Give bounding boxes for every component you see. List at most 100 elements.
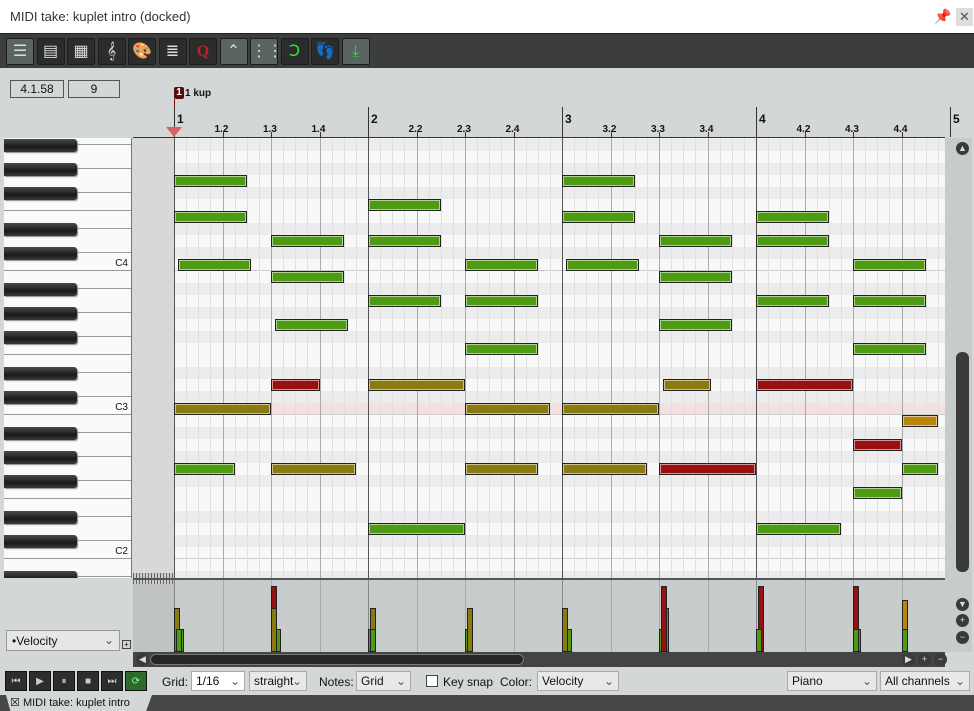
piano-black-key[interactable] (4, 427, 77, 440)
midi-note[interactable] (562, 211, 635, 223)
midi-note[interactable] (271, 463, 356, 475)
midi-note[interactable] (368, 379, 465, 391)
notes-snap-select[interactable]: Grid ⌄ (356, 671, 411, 691)
midi-note[interactable] (659, 463, 756, 475)
piano-black-key[interactable] (4, 451, 77, 464)
piano-black-key[interactable] (4, 187, 77, 200)
midi-note[interactable] (174, 403, 271, 415)
velocity-bar[interactable] (467, 607, 473, 652)
start-marker-icon[interactable] (166, 127, 182, 137)
transport-button-3[interactable]: ■ (77, 671, 99, 691)
midi-note[interactable] (174, 463, 235, 475)
midi-note[interactable] (901, 463, 938, 475)
zoom-out-horizontal-icon[interactable]: − (934, 653, 947, 666)
midi-note[interactable] (174, 175, 247, 187)
midi-note[interactable] (853, 259, 926, 271)
zoom-in-horizontal-icon[interactable]: + (918, 653, 931, 666)
position-field[interactable]: 4.1.58 (10, 80, 64, 98)
channel-select[interactable]: All channels ⌄ (880, 671, 970, 691)
velocity-bar[interactable] (756, 628, 762, 652)
midi-note[interactable] (274, 319, 348, 331)
timeline-ruler[interactable]: 1 2 3 4 5 1.2 1.3 1.4 2.2 2.3 2.4 3.2 3.3 3.4 4.2 4.3 4.… (133, 107, 960, 138)
midi-note[interactable] (756, 235, 829, 247)
toolbar-midi-input-button[interactable]: ⤓ (341, 38, 370, 65)
midi-note[interactable] (368, 523, 465, 535)
midi-note[interactable] (271, 379, 320, 391)
key-snap-checkbox[interactable] (426, 675, 438, 687)
velocity-bar[interactable] (370, 628, 376, 652)
velocity-bar[interactable] (271, 607, 277, 652)
midi-note[interactable] (465, 343, 538, 355)
piano-black-key[interactable] (4, 223, 77, 236)
tab-close-icon[interactable]: ☒ (10, 697, 20, 709)
midi-note[interactable] (565, 259, 639, 271)
piano-black-key[interactable] (4, 283, 77, 296)
piano-black-key[interactable] (4, 391, 77, 404)
midi-note[interactable] (562, 175, 635, 187)
midi-note[interactable] (465, 403, 550, 415)
transport-button-2[interactable]: ⏸ (53, 671, 75, 691)
scroll-left-icon[interactable]: ◀ (136, 653, 149, 666)
scroll-right-icon[interactable]: ▶ (902, 653, 915, 666)
zoom-in-vertical-icon[interactable]: + (956, 614, 969, 627)
velocity-lane[interactable] (133, 578, 945, 652)
transport-button-1[interactable]: ▶ (29, 671, 51, 691)
midi-note[interactable] (465, 463, 538, 475)
scroll-down-icon[interactable]: ▼ (956, 598, 969, 611)
midi-note[interactable] (756, 295, 829, 307)
piano-keyboard[interactable]: C2C3C4C5 (4, 138, 132, 578)
pin-icon[interactable]: 📌 (934, 8, 952, 24)
toolbar-step-input-button[interactable]: 👣 (311, 38, 339, 65)
horizontal-scroll-thumb[interactable] (150, 654, 524, 665)
midi-note[interactable] (756, 379, 853, 391)
midi-note[interactable] (562, 463, 647, 475)
midi-note[interactable] (271, 235, 344, 247)
midi-note[interactable] (853, 343, 926, 355)
grid-size-select[interactable]: 1/16 ⌄ (191, 671, 245, 691)
cc-lane-select[interactable]: •Velocity ⌄ (6, 630, 120, 651)
transport-button-4[interactable]: ⏭ (101, 671, 123, 691)
toolbar-cc-envelope-button[interactable]: ⌃ (219, 38, 248, 65)
lane-resize-handle-icon[interactable] (133, 580, 173, 584)
note-grid[interactable] (133, 138, 945, 578)
vertical-scroll-thumb[interactable] (956, 352, 969, 572)
velocity-bar[interactable] (661, 585, 667, 652)
midi-note[interactable] (368, 235, 441, 247)
midi-note[interactable] (177, 259, 251, 271)
piano-black-key[interactable] (4, 307, 77, 320)
toolbar-list-view-button[interactable]: ≣ (158, 38, 187, 65)
velocity-bar[interactable] (901, 628, 908, 652)
piano-black-key[interactable] (4, 139, 77, 152)
midi-note[interactable] (662, 379, 712, 391)
grid-type-select[interactable]: straight ⌄ (249, 671, 307, 691)
scroll-up-icon[interactable]: ▲ (956, 142, 969, 155)
toolbar-loop-snap-button[interactable]: Ↄ (280, 38, 309, 65)
piano-black-key[interactable] (4, 571, 77, 578)
midi-note[interactable] (465, 259, 538, 271)
zoom-out-vertical-icon[interactable]: − (956, 631, 969, 644)
toolbar-named-notes-view-button[interactable]: ▤ (36, 38, 65, 65)
toolbar-notation-view-button[interactable]: 𝄞 (97, 38, 126, 65)
midi-note[interactable] (853, 487, 902, 499)
piano-black-key[interactable] (4, 247, 77, 260)
color-mode-select[interactable]: Velocity ⌄ (537, 671, 619, 691)
midi-note[interactable] (465, 295, 538, 307)
piano-black-key[interactable] (4, 535, 77, 548)
transport-button-0[interactable]: ⏮ (5, 671, 27, 691)
value-field[interactable]: 9 (68, 80, 120, 98)
midi-note[interactable] (756, 523, 841, 535)
midi-note[interactable] (659, 271, 732, 283)
velocity-bar[interactable] (853, 628, 859, 652)
midi-note[interactable] (853, 439, 902, 451)
toolbar-color-filter-button[interactable]: 🎨 (128, 38, 156, 65)
velocity-bar[interactable] (176, 628, 182, 652)
midi-note[interactable] (174, 211, 247, 223)
close-button[interactable]: ✕ (956, 8, 973, 26)
transport-button-5[interactable]: ⟳ (125, 671, 147, 691)
midi-note[interactable] (368, 199, 441, 211)
add-lane-button[interactable]: + (122, 640, 131, 649)
midi-note[interactable] (659, 235, 732, 247)
velocity-bar[interactable] (562, 607, 568, 652)
piano-black-key[interactable] (4, 511, 77, 524)
midi-note[interactable] (368, 295, 441, 307)
